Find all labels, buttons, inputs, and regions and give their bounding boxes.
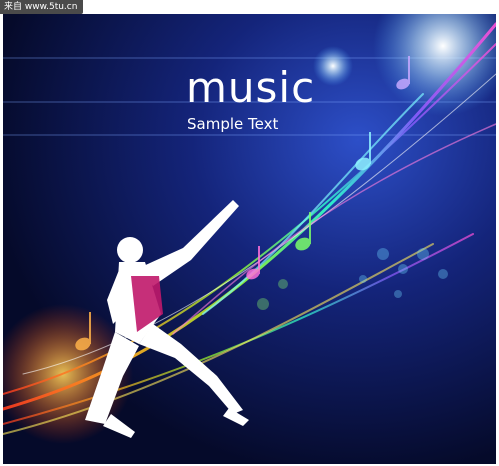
watermark-text: 来自 www.5tu.cn (4, 2, 78, 12)
poster-subtitle: Sample Text (187, 115, 279, 133)
poster-headline: music (186, 63, 316, 112)
music-poster: music Sample Text (3, 14, 496, 464)
watermark-tag: 来自 www.5tu.cn (0, 0, 84, 14)
